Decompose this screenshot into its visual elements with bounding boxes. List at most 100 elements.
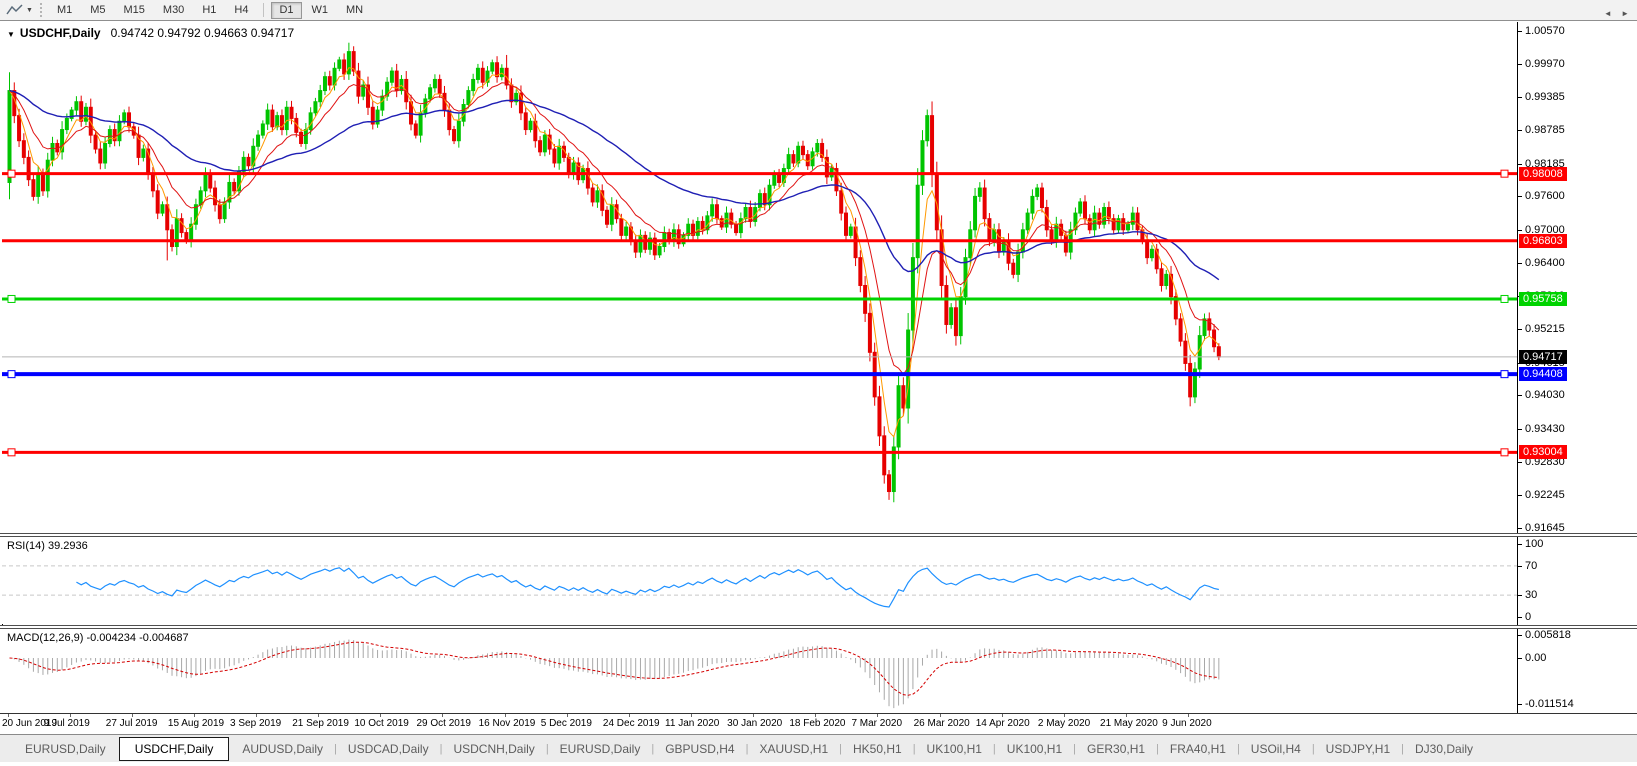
timeframe-button-m1[interactable]: M1 — [49, 2, 80, 19]
price-tick-label: 0.96400 — [1525, 257, 1565, 270]
chart-tab-usdcad-daily[interactable]: USDCAD,Daily — [337, 738, 440, 760]
chart-tab-ger30-h1[interactable]: GER30,H1 — [1076, 738, 1156, 760]
price-tick-mark — [1518, 428, 1522, 430]
chart-tab-audusd-daily[interactable]: AUDUSD,Daily — [231, 738, 334, 760]
macd-tick-mark — [1518, 703, 1522, 705]
timeframe-button-w1[interactable]: W1 — [304, 2, 337, 19]
price-line-label: 0.96803 — [1519, 233, 1567, 248]
candlestick-series — [7, 42, 1221, 503]
price-tick-label: 0.93430 — [1525, 422, 1565, 435]
chart-tab-usdchf-daily[interactable]: USDCHF,Daily — [118, 736, 230, 761]
macd-tick-label: 0.00 — [1525, 652, 1547, 664]
rsi-tick-label: 0 — [1525, 611, 1532, 623]
toolbar-grip-handle[interactable] — [39, 3, 42, 17]
price-line-label: 0.93004 — [1519, 445, 1567, 460]
date-label: 27 Jul 2019 — [105, 718, 158, 729]
date-label: 9 Jul 2019 — [43, 718, 90, 729]
date-tick-mark — [877, 714, 879, 717]
macd-indicator-label: MACD(12,26,9) -0.004234 -0.004687 — [7, 632, 189, 644]
date-label: 21 Sep 2019 — [292, 718, 349, 729]
timeframe-button-m30[interactable]: M30 — [155, 2, 192, 19]
timeframe-button-h4[interactable]: H4 — [226, 2, 256, 19]
chevron-down-icon[interactable]: ▼ — [26, 7, 33, 14]
date-axis[interactable]: 20 Jun 2019 9 Jul 2019 27 Jul 2019 15 Aug 2… — [0, 714, 1637, 734]
horizontal-line-0.93004[interactable] — [2, 448, 1517, 457]
date-tick-mark — [753, 714, 755, 717]
tab-scroll-left-icon[interactable]: ◄ — [1604, 9, 1612, 18]
date-label: 30 Jan 2020 — [727, 718, 783, 729]
date-label: 14 Apr 2020 — [975, 718, 1030, 729]
chart-cursor-icon[interactable] — [4, 2, 26, 18]
rsi-tick-mark — [1518, 617, 1522, 618]
chart-tab-gbpusd-h4[interactable]: GBPUSD,H4 — [654, 738, 745, 760]
date-label: 24 Dec 2019 — [602, 718, 660, 729]
date-tick-mark — [442, 714, 444, 717]
horizontal-line-0.94408[interactable] — [2, 370, 1517, 379]
chart-symbol: USDCHF,Daily — [19, 26, 101, 40]
chart-tab-uk100-h1[interactable]: UK100,H1 — [916, 738, 993, 760]
moving-average-line-5 — [9, 67, 1220, 438]
price-tick-mark — [1518, 329, 1522, 331]
tab-scroll-arrows: ◄ ► — [1597, 9, 1629, 18]
price-tick-label: 1.00570 — [1525, 25, 1565, 37]
date-label: 10 Oct 2019 — [354, 718, 409, 729]
timeframe-button-mn[interactable]: MN — [338, 2, 371, 19]
price-axis[interactable]: 1.00570 0.99970 0.99385 0.98785 0.98185 0.976… — [1517, 22, 1637, 713]
macd-tick-label: 0.005818 — [1525, 629, 1571, 641]
chart-tab-uk100-h1[interactable]: UK100,H1 — [996, 738, 1073, 760]
macd-tick-mark — [1518, 635, 1522, 636]
date-label: 26 Mar 2020 — [913, 718, 970, 729]
date-label: 9 Jun 2020 — [1162, 718, 1212, 729]
chart-tab-hk50-h1[interactable]: HK50,H1 — [842, 738, 913, 760]
price-line-label: 0.98008 — [1519, 166, 1567, 181]
date-tick-mark — [628, 714, 630, 717]
price-tick-mark — [1518, 395, 1522, 397]
chart-tab-eurusd-daily[interactable]: EURUSD,Daily — [14, 738, 117, 760]
date-tick-mark — [256, 714, 258, 717]
chart-title-caret-icon[interactable]: ▼ — [7, 30, 15, 39]
chart-tab-fra40-h1[interactable]: FRA40,H1 — [1159, 738, 1237, 760]
date-label: 7 Mar 2020 — [851, 718, 903, 729]
toolbar: ▼ M1 M5 M15 M30 H1 H4 D1 W1 MN — [0, 0, 1637, 21]
rsi-tick-mark — [1518, 595, 1522, 597]
tab-scroll-right-icon[interactable]: ► — [1621, 9, 1629, 18]
date-label: 29 Oct 2019 — [416, 718, 471, 729]
date-tick-mark — [939, 714, 941, 717]
price-tick-mark — [1518, 96, 1522, 98]
timeframe-button-m5[interactable]: M5 — [82, 2, 113, 19]
price-tick-mark — [1518, 196, 1522, 198]
rsi-panel — [2, 537, 1517, 624]
chart-tab-dj30-daily[interactable]: DJ30,Daily — [1404, 738, 1484, 760]
date-label: 2 May 2020 — [1037, 718, 1091, 729]
price-tick-label: 0.95215 — [1525, 323, 1565, 336]
horizontal-line-0.95758[interactable] — [2, 294, 1517, 303]
timeframe-button-h1[interactable]: H1 — [194, 2, 224, 19]
chart-tab-xauusd-h1[interactable]: XAUUSD,H1 — [748, 738, 839, 760]
rsi-line — [76, 567, 1219, 608]
date-tick-mark — [69, 714, 71, 717]
macd-tick-mark — [1518, 658, 1522, 659]
rsi-tick-label: 30 — [1525, 589, 1538, 602]
chart-tab-usdcnh-daily[interactable]: USDCNH,Daily — [442, 738, 545, 760]
date-label: 15 Aug 2019 — [167, 718, 225, 729]
price-tick-mark — [1518, 263, 1522, 265]
date-tick-mark — [566, 714, 568, 717]
date-tick-mark — [318, 714, 320, 717]
date-tick-mark — [1188, 714, 1190, 717]
panel-splitter-macd[interactable] — [0, 625, 1637, 629]
chart-ohlc-values: 0.94742 0.94792 0.94663 0.94717 — [110, 26, 295, 40]
date-label: 5 Dec 2019 — [540, 718, 592, 729]
price-tick-mark — [1518, 31, 1522, 32]
date-tick-mark — [1063, 714, 1065, 717]
price-tick-mark — [1518, 462, 1522, 463]
price-line-label: 0.94408 — [1519, 367, 1567, 382]
chart-tab-usoil-h4[interactable]: USOil,H4 — [1240, 738, 1312, 760]
chart-tab-usdjpy-h1[interactable]: USDJPY,H1 — [1315, 738, 1401, 760]
rsi-tick-mark — [1518, 565, 1522, 567]
chart-tab-bar: EURUSD,Daily USDCHF,Daily AUDUSD,Daily | USD… — [0, 734, 1637, 762]
timeframe-button-d1[interactable]: D1 — [271, 1, 302, 19]
price-tick-mark — [1518, 130, 1522, 132]
panel-splitter-rsi[interactable] — [0, 533, 1637, 537]
timeframe-button-m15[interactable]: M15 — [116, 2, 153, 19]
chart-tab-eurusd-daily[interactable]: EURUSD,Daily — [549, 738, 652, 760]
